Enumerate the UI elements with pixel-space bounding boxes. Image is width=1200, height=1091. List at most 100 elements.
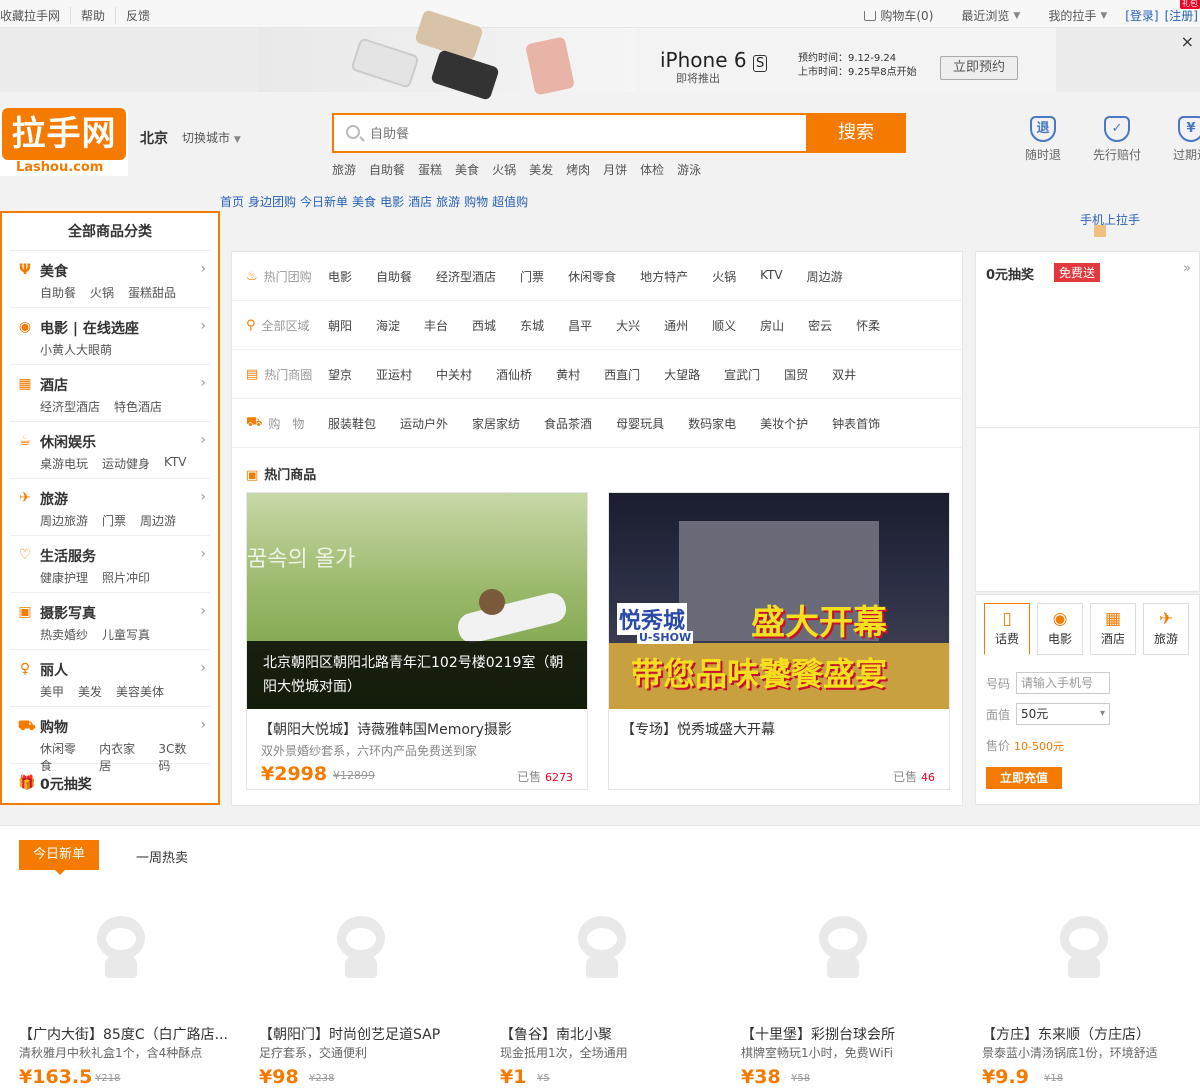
- filter-link[interactable]: 电影: [328, 268, 352, 285]
- recent-browse-menu[interactable]: 最近浏览 ▼: [961, 7, 1020, 24]
- hotword-link[interactable]: 火锅: [492, 161, 516, 178]
- subcategory-link[interactable]: 桌游电玩: [40, 455, 88, 472]
- filter-link[interactable]: 国贸: [784, 366, 808, 383]
- filter-link[interactable]: 钟表首饰: [832, 415, 880, 432]
- subcategory-link[interactable]: 经济型酒店: [40, 398, 100, 415]
- more-arrow-icon[interactable]: »: [1183, 261, 1191, 276]
- filter-link[interactable]: 数码家电: [688, 415, 736, 432]
- subcategory-link[interactable]: 照片冲印: [102, 569, 150, 586]
- mobile-app-link[interactable]: 手机上拉手: [1080, 211, 1140, 228]
- nav-food[interactable]: 美食: [352, 193, 376, 210]
- item-name[interactable]: 【方庄】东来顺（方庄店）: [982, 1024, 1197, 1044]
- subcategory-link[interactable]: 周边旅游: [40, 512, 88, 529]
- subcategory-link[interactable]: 美甲: [40, 683, 64, 700]
- filter-link[interactable]: 宣武门: [724, 366, 760, 383]
- category-food[interactable]: Ψ 美食 › 自助餐 火锅 蛋糕甜品: [10, 251, 210, 308]
- reserve-button[interactable]: 立即预约: [940, 56, 1018, 80]
- search-button[interactable]: 搜索: [806, 113, 906, 153]
- favorite-link[interactable]: 收藏拉手网: [0, 7, 70, 24]
- face-value-select[interactable]: 50元: [1016, 703, 1111, 725]
- hotword-link[interactable]: 蛋糕: [418, 161, 442, 178]
- category-hotel[interactable]: ▦ 酒店 › 经济型酒店 特色酒店: [10, 365, 210, 422]
- filter-link[interactable]: 服装鞋包: [328, 415, 376, 432]
- subcategory-link[interactable]: 热卖婚纱: [40, 626, 88, 643]
- filter-link[interactable]: 地方特产: [640, 268, 688, 285]
- filter-link[interactable]: 密云: [808, 317, 832, 334]
- category-photo[interactable]: ▣ 摄影写真 › 热卖婚纱 儿童写真: [10, 593, 210, 650]
- subcategory-link[interactable]: 美发: [78, 683, 102, 700]
- subcategory-link[interactable]: 美容美体: [116, 683, 164, 700]
- list-item[interactable]: 【十里堡】彩捌台球会所 棋牌室畅玩1小时，免费WiFi ¥38 ¥58: [741, 886, 966, 1091]
- subcategory-link[interactable]: 健康护理: [40, 569, 88, 586]
- filter-link[interactable]: 火锅: [712, 268, 736, 285]
- subcategory-link[interactable]: 小黄人大眼萌: [40, 341, 112, 358]
- guarantee-compensate-first[interactable]: ✓ 先行赔付: [1086, 116, 1148, 163]
- list-item[interactable]: 【广内大街】85度C（白广路店... 清秋雅月中秋礼盒1个，含4种酥点 ¥163…: [19, 886, 244, 1091]
- list-item[interactable]: 【鲁谷】南北小聚 现金抵用1次，全场通用 ¥1 ¥5: [500, 886, 725, 1091]
- nav-hotel[interactable]: 酒店: [408, 193, 432, 210]
- category-beauty[interactable]: ♀ 丽人 › 美甲 美发 美容美体: [10, 650, 210, 707]
- login-link[interactable]: [登录]: [1125, 7, 1158, 24]
- subcategory-link[interactable]: 火锅: [90, 284, 114, 301]
- filter-link[interactable]: 家居家纺: [472, 415, 520, 432]
- switch-city-link[interactable]: 切换城市 ▼: [182, 129, 241, 146]
- nav-new-today[interactable]: 今日新单: [300, 193, 348, 210]
- nav-home[interactable]: 首页: [220, 193, 244, 210]
- subcategory-link[interactable]: KTV: [164, 455, 186, 472]
- feedback-link[interactable]: 反馈: [115, 7, 160, 24]
- subcategory-link[interactable]: 蛋糕甜品: [128, 284, 176, 301]
- filter-link[interactable]: 亚运村: [376, 366, 412, 383]
- tab-hotel[interactable]: ▦ 酒店: [1090, 603, 1136, 655]
- my-lashou-menu[interactable]: 我的拉手 ▼: [1048, 7, 1107, 24]
- subcategory-link[interactable]: 特色酒店: [114, 398, 162, 415]
- nav-shopping[interactable]: 购物: [464, 193, 488, 210]
- filter-link[interactable]: 周边游: [807, 268, 843, 285]
- filter-link[interactable]: 大兴: [616, 317, 640, 334]
- nav-movie[interactable]: 电影: [380, 193, 404, 210]
- nav-nearby[interactable]: 身边团购: [248, 193, 296, 210]
- filter-link[interactable]: 海淀: [376, 317, 400, 334]
- deal-name[interactable]: 【朝阳大悦城】诗薇雅韩国Memory摄影: [259, 719, 512, 739]
- hotword-link[interactable]: 体检: [640, 161, 664, 178]
- search-input[interactable]: [370, 123, 790, 145]
- category-travel[interactable]: ✈ 旅游 › 周边旅游 门票 周边游: [10, 479, 210, 536]
- subcategory-link[interactable]: 儿童写真: [102, 626, 150, 643]
- category-movie[interactable]: ◉ 电影 | 在线选座 › 小黄人大眼萌: [10, 308, 210, 365]
- subcategory-link[interactable]: 周边游: [140, 512, 176, 529]
- tab-travel[interactable]: ✈ 旅游: [1143, 603, 1189, 655]
- hot-deal-card[interactable]: 꿈속의 올가 北京朝阳区朝阳北路青年汇102号楼0219室（朝阳大悦城对面） 【…: [246, 492, 588, 790]
- item-name[interactable]: 【十里堡】彩捌台球会所: [741, 1024, 966, 1044]
- category-life-service[interactable]: ♡ 生活服务 › 健康护理 照片冲印: [10, 536, 210, 593]
- hotword-link[interactable]: 烤肉: [566, 161, 590, 178]
- recharge-button[interactable]: 立即充值: [986, 767, 1062, 789]
- filter-link[interactable]: 运动户外: [400, 415, 448, 432]
- tab-today-new[interactable]: 今日新单: [19, 840, 99, 875]
- category-leisure[interactable]: ☕ 休闲娱乐 › 桌游电玩 运动健身 KTV: [10, 422, 210, 479]
- deal-name[interactable]: 【专场】悦秀城盛大开幕: [621, 719, 775, 739]
- subcategory-link[interactable]: 自助餐: [40, 284, 76, 301]
- phone-number-input[interactable]: 请输入手机号: [1016, 672, 1111, 694]
- lashou-logo[interactable]: 拉手网 Lashou.com: [0, 108, 128, 176]
- category-shopping[interactable]: ⛟ 购物 › 休闲零食 内衣家居 3C数码: [10, 707, 210, 773]
- filter-link[interactable]: 休闲零食: [568, 268, 616, 285]
- nav-value[interactable]: 超值购: [492, 193, 528, 210]
- list-item[interactable]: 【朝阳门】时尚创艺足道SAP 足疗套系，交通便利 ¥98 ¥238: [259, 886, 484, 1091]
- subcategory-link[interactable]: 运动健身: [102, 455, 150, 472]
- filter-link[interactable]: 酒仙桥: [496, 366, 532, 383]
- filter-link[interactable]: 西直门: [604, 366, 640, 383]
- filter-link[interactable]: 怀柔: [856, 317, 880, 334]
- filter-link[interactable]: 母婴玩具: [616, 415, 664, 432]
- filter-link[interactable]: 大望路: [664, 366, 700, 383]
- cart-link[interactable]: 购物车(0): [864, 7, 933, 24]
- promo-banner[interactable]: iPhone 6 S 即将推出 预约时间：9.12-9.24 上市时间：9.25早…: [0, 9, 1200, 101]
- register-link[interactable]: [注册] 礼包: [1165, 0, 1200, 24]
- filter-link[interactable]: 顺义: [712, 317, 736, 334]
- tab-movie[interactable]: ◉ 电影: [1037, 603, 1083, 655]
- hotword-link[interactable]: 游泳: [677, 161, 701, 178]
- item-name[interactable]: 【朝阳门】时尚创艺足道SAP: [259, 1024, 484, 1044]
- guarantee-refund-expired[interactable]: ¥ 过期退: [1160, 116, 1200, 163]
- filter-link[interactable]: 双井: [832, 366, 856, 383]
- filter-link[interactable]: 昌平: [568, 317, 592, 334]
- hotword-link[interactable]: 旅游: [332, 161, 356, 178]
- guarantee-refund-anytime[interactable]: 退随时退: [1012, 116, 1074, 163]
